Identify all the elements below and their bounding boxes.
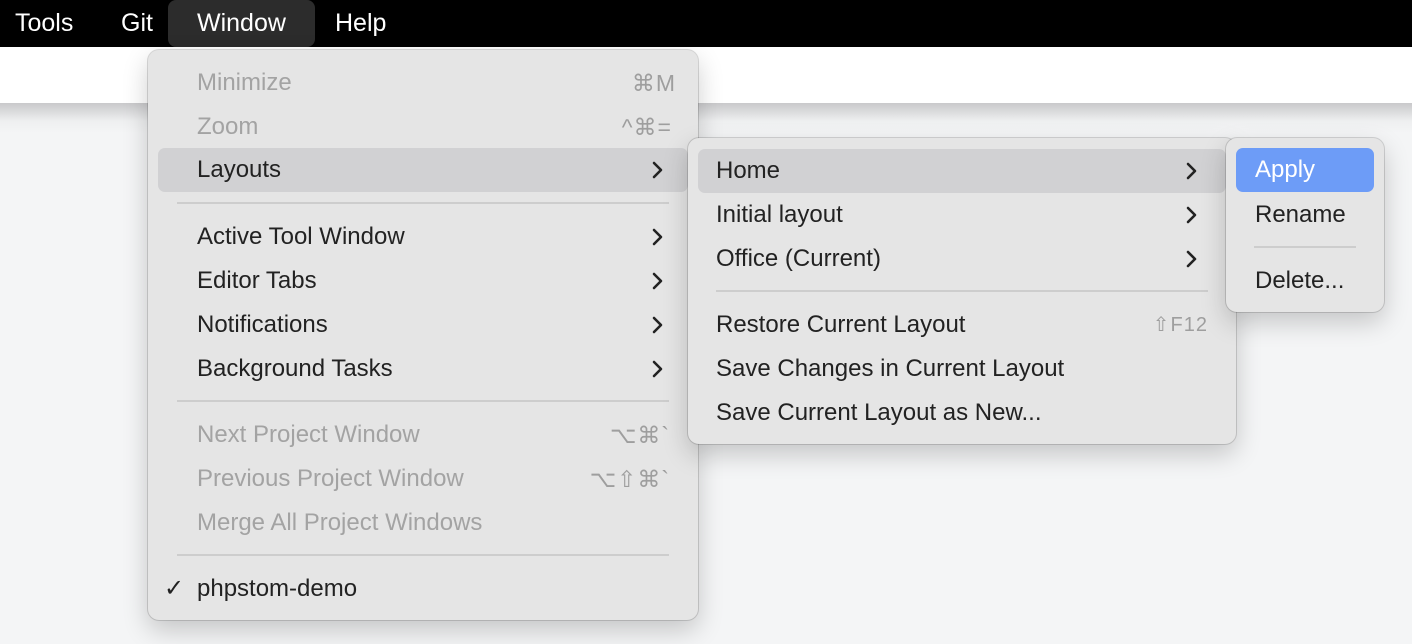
menu-item-label: phpstom-demo	[197, 575, 358, 602]
menu-item-label: Save Current Layout as New...	[716, 399, 1042, 426]
menu-item-label: Zoom	[197, 113, 259, 140]
menu-separator	[177, 400, 669, 402]
menubar-window[interactable]: Window	[168, 0, 315, 47]
chevron-right-icon	[652, 360, 663, 378]
menu-item-label: Layouts	[197, 156, 282, 183]
menu-item-label: Previous Project Window	[197, 465, 464, 492]
menu-item-active-tool-window[interactable]: Active Tool Window	[158, 215, 688, 259]
menu-separator	[716, 290, 1208, 292]
chevron-right-icon	[652, 316, 663, 334]
home-item-rename[interactable]: Rename	[1236, 193, 1374, 237]
menu-item-label: Notifications	[197, 311, 328, 338]
chevron-right-icon	[652, 161, 663, 179]
menu-item-notifications[interactable]: Notifications	[158, 303, 688, 347]
chevron-right-icon	[1186, 250, 1197, 268]
shortcut-label: ^⌘=	[621, 114, 672, 140]
menu-item-label: Office (Current)	[716, 245, 881, 272]
chevron-right-icon	[652, 272, 663, 290]
menu-item-label: Editor Tabs	[197, 267, 317, 294]
menu-item-layouts[interactable]: Layouts	[158, 148, 688, 192]
shortcut-label: ⇧F12	[1152, 314, 1208, 336]
menu-item-merge-all-project-windows[interactable]: Merge All Project Windows	[158, 501, 688, 545]
menu-item-project-phpstom-demo[interactable]: ✓ phpstom-demo	[158, 567, 688, 611]
menu-item-label: Initial layout	[716, 201, 843, 228]
menu-item-minimize[interactable]: Minimize ⌘M	[158, 61, 688, 105]
menu-bar: Tools Git Window Help	[0, 0, 1412, 47]
menu-item-label: Home	[716, 157, 781, 184]
menubar-git[interactable]: Git	[121, 0, 153, 47]
menu-item-editor-tabs[interactable]: Editor Tabs	[158, 259, 688, 303]
home-item-apply[interactable]: Apply	[1236, 148, 1374, 192]
menu-separator	[1254, 246, 1356, 248]
layout-item-initial-layout[interactable]: Initial layout	[698, 193, 1226, 237]
layout-item-restore-current-layout[interactable]: Restore Current Layout ⇧F12	[698, 303, 1226, 347]
home-layout-submenu: Apply Rename Delete...	[1226, 138, 1384, 312]
menubar-help[interactable]: Help	[335, 0, 386, 47]
menu-item-label: Next Project Window	[197, 421, 420, 448]
checkmark-icon: ✓	[164, 575, 185, 602]
shortcut-label: ⌥⇧⌘`	[589, 466, 670, 492]
layout-item-save-changes[interactable]: Save Changes in Current Layout	[698, 347, 1226, 391]
layout-item-home[interactable]: Home	[698, 149, 1226, 193]
menu-item-previous-project-window[interactable]: Previous Project Window ⌥⇧⌘`	[158, 457, 688, 501]
menu-separator	[177, 202, 669, 204]
layout-item-save-as-new[interactable]: Save Current Layout as New...	[698, 391, 1226, 435]
menu-item-label: Apply	[1255, 156, 1316, 183]
menubar-tools[interactable]: Tools	[15, 0, 73, 47]
shortcut-label: ⌥⌘`	[609, 422, 670, 448]
window-menu: Minimize ⌘M Zoom ^⌘= Layouts Active Tool…	[148, 50, 698, 620]
menu-item-label: Minimize	[197, 69, 292, 96]
chevron-right-icon	[652, 228, 663, 246]
shortcut-label: ⌘M	[631, 70, 676, 96]
menu-item-label: Rename	[1255, 201, 1346, 228]
menu-item-label: Merge All Project Windows	[197, 509, 483, 536]
menu-separator	[177, 554, 669, 556]
menu-item-zoom[interactable]: Zoom ^⌘=	[158, 105, 688, 149]
menu-item-label: Save Changes in Current Layout	[716, 355, 1065, 382]
chevron-right-icon	[1186, 206, 1197, 224]
menu-item-label: Background Tasks	[197, 355, 393, 382]
menu-item-label: Delete...	[1255, 267, 1345, 294]
menu-item-label: Active Tool Window	[197, 223, 405, 250]
home-item-delete[interactable]: Delete...	[1236, 259, 1374, 303]
chevron-right-icon	[1186, 162, 1197, 180]
layout-item-office-current[interactable]: Office (Current)	[698, 237, 1226, 281]
menu-item-next-project-window[interactable]: Next Project Window ⌥⌘`	[158, 413, 688, 457]
menu-item-label: Restore Current Layout	[716, 311, 966, 338]
menu-item-background-tasks[interactable]: Background Tasks	[158, 347, 688, 391]
layouts-submenu: Home Initial layout Office (Current) Res…	[688, 138, 1236, 444]
